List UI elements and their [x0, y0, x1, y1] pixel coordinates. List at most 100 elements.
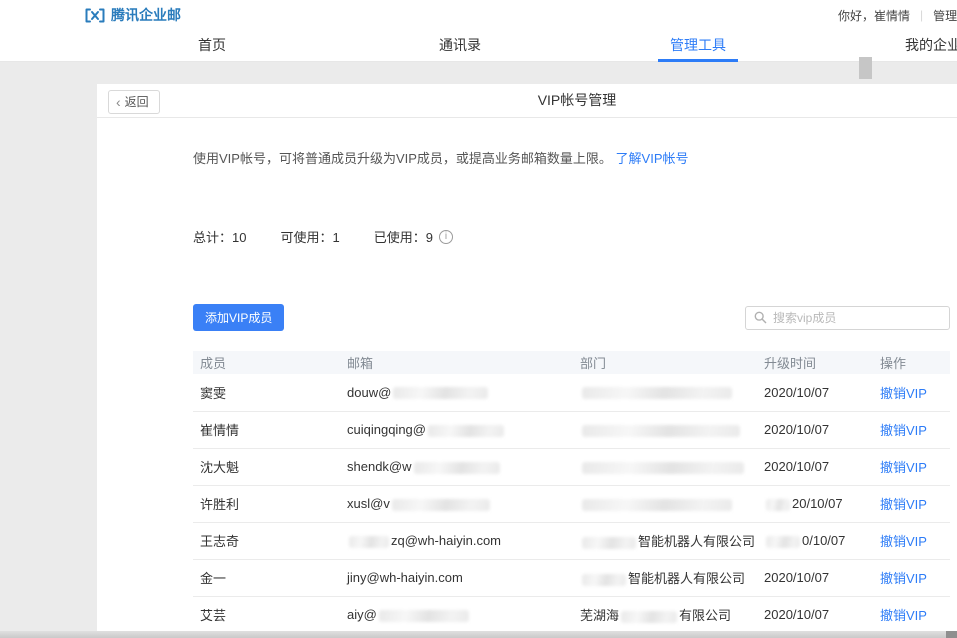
- column-header-department: 部门: [573, 351, 757, 374]
- email-text: shendk@w: [347, 459, 412, 474]
- revoke-vip-link[interactable]: 撤销VIP: [880, 497, 927, 512]
- table-row: 金一 jiny@wh-haiyin.com 智能机器人有限公司 2020/10/…: [193, 559, 950, 596]
- tab-my-enterprise[interactable]: 我的企业: [893, 30, 957, 62]
- search-icon: [754, 311, 767, 324]
- dept-text: 智能机器人有限公司: [638, 534, 755, 549]
- email-text: cuiqingqing@: [347, 422, 426, 437]
- stat-available-label: 可使用：: [280, 230, 332, 245]
- description: 使用VIP帐号，可将普通成员升级为VIP成员，或提高业务邮箱数量上限。 了解VI…: [193, 148, 950, 167]
- tab-home[interactable]: 首页: [186, 30, 238, 62]
- redacted-department: [582, 462, 744, 474]
- revoke-vip-link[interactable]: 撤销VIP: [880, 608, 927, 623]
- stat-total-label: 总计：: [193, 230, 232, 245]
- email-text: douw@: [347, 385, 391, 400]
- redacted-department: [582, 574, 626, 586]
- description-text: 使用VIP帐号，可将普通成员升级为VIP成员，或提高业务邮箱数量上限。: [193, 151, 612, 166]
- upgrade-time: 2020/10/07: [764, 570, 829, 585]
- revoke-vip-link[interactable]: 撤销VIP: [880, 534, 927, 549]
- page-title: VIP帐号管理: [97, 84, 957, 117]
- tab-management-tools[interactable]: 管理工具: [658, 30, 738, 62]
- dept-text: 芜湖海: [580, 608, 619, 623]
- member-name: 金一: [200, 571, 226, 586]
- table-row: 沈大魁 shendk@w 2020/10/07 撤销VIP: [193, 448, 950, 485]
- member-name: 沈大魁: [200, 460, 239, 475]
- member-name: 王志奇: [200, 534, 239, 549]
- chevron-left-icon: ‹: [116, 96, 121, 108]
- user-greeting: 你好，崔情情: [838, 7, 910, 24]
- search-input[interactable]: [773, 311, 941, 325]
- divider: |: [920, 8, 923, 22]
- window-bottom-edge: [0, 631, 957, 638]
- redacted-email: [428, 425, 504, 437]
- email-text: xusl@v: [347, 496, 390, 511]
- app-title: 腾讯企业邮: [111, 5, 181, 25]
- email-text: aiy@: [347, 607, 377, 622]
- member-name: 艾芸: [200, 608, 226, 623]
- back-button-label: 返回: [125, 93, 149, 110]
- stat-total-value: 10: [232, 230, 246, 245]
- vip-member-table: 成员 邮箱 部门 升级时间 操作 窦雯 douw@ 2020/10/07 撤销V…: [193, 351, 950, 634]
- dept-text: 有限公司: [679, 608, 731, 623]
- upgrade-time: 2020/10/07: [764, 385, 829, 400]
- redacted-email: [393, 387, 488, 399]
- search-box: [745, 306, 950, 330]
- revoke-vip-link[interactable]: 撤销VIP: [880, 571, 927, 586]
- email-text: jiny@wh-haiyin.com: [347, 570, 463, 585]
- redacted-email: [392, 499, 490, 511]
- revoke-vip-link[interactable]: 撤销VIP: [880, 386, 927, 401]
- column-header-action: 操作: [873, 351, 950, 374]
- scrollbar-thumb[interactable]: [859, 57, 872, 79]
- scrollbar-corner: [946, 631, 957, 638]
- upgrade-time: 20/10/07: [792, 496, 843, 511]
- redacted-department: [582, 537, 636, 549]
- dept-text: 智能机器人有限公司: [628, 571, 745, 586]
- stat-used: 已使用：9: [374, 227, 433, 246]
- stat-available: 可使用：1: [280, 227, 339, 246]
- manage-enterprise-link[interactable]: 管理企: [933, 7, 957, 24]
- table-row: 许胜利 xusl@v 20/10/07 撤销VIP: [193, 485, 950, 522]
- member-name: 许胜利: [200, 497, 239, 512]
- stats-row: 总计：10 可使用：1 已使用：9 i: [193, 227, 950, 246]
- column-header-upgrade-time: 升级时间: [757, 351, 873, 374]
- table-row: 崔情情 cuiqingqing@ 2020/10/07 撤销VIP: [193, 411, 950, 448]
- redacted-time: [766, 536, 800, 548]
- upgrade-time: 2020/10/07: [764, 422, 829, 437]
- redacted-department: [621, 611, 677, 623]
- table-row: 窦雯 douw@ 2020/10/07 撤销VIP: [193, 374, 950, 411]
- column-header-member: 成员: [193, 351, 340, 374]
- table-row: 王志奇 zq@wh-haiyin.com 智能机器人有限公司 0/10/07 撤…: [193, 522, 950, 559]
- redacted-department: [582, 387, 732, 399]
- redacted-email: [379, 610, 469, 622]
- learn-vip-link[interactable]: 了解VIP帐号: [616, 151, 689, 166]
- stat-used-label: 已使用：: [374, 230, 426, 245]
- info-icon[interactable]: i: [439, 230, 453, 244]
- table-toolbar: 添加VIP成员: [193, 304, 950, 331]
- vip-management-panel: ‹ 返回 VIP帐号管理 使用VIP帐号，可将普通成员升级为VIP成员，或提高业…: [97, 84, 957, 631]
- add-vip-member-button[interactable]: 添加VIP成员: [193, 304, 284, 331]
- redacted-time: [766, 499, 790, 511]
- revoke-vip-link[interactable]: 撤销VIP: [880, 460, 927, 475]
- back-button[interactable]: ‹ 返回: [108, 90, 160, 114]
- table-header-row: 成员 邮箱 部门 升级时间 操作: [193, 351, 950, 374]
- top-bar: 腾讯企业邮 你好，崔情情 | 管理企: [0, 0, 957, 30]
- app-logo: 腾讯企业邮: [85, 5, 181, 25]
- panel-header: ‹ 返回 VIP帐号管理: [97, 84, 957, 118]
- revoke-vip-link[interactable]: 撤销VIP: [880, 423, 927, 438]
- table-row: 艾芸 aiy@ 芜湖海 有限公司 2020/10/07 撤销VIP: [193, 596, 950, 633]
- redacted-email: [349, 536, 389, 548]
- redacted-department: [582, 499, 732, 511]
- tab-contacts[interactable]: 通讯录: [427, 30, 493, 62]
- upgrade-time: 2020/10/07: [764, 459, 829, 474]
- stat-available-value: 1: [333, 230, 340, 245]
- upgrade-time: 0/10/07: [802, 533, 845, 548]
- redacted-email: [414, 462, 500, 474]
- member-name: 崔情情: [200, 423, 239, 438]
- column-header-email: 邮箱: [340, 351, 573, 374]
- upgrade-time: 2020/10/07: [764, 607, 829, 622]
- stat-total: 总计：10: [193, 227, 246, 246]
- main-nav: 首页 通讯录 管理工具 我的企业: [0, 30, 957, 62]
- redacted-department: [582, 425, 740, 437]
- stat-used-value: 9: [426, 230, 433, 245]
- logo-icon: [85, 8, 105, 23]
- member-name: 窦雯: [200, 386, 226, 401]
